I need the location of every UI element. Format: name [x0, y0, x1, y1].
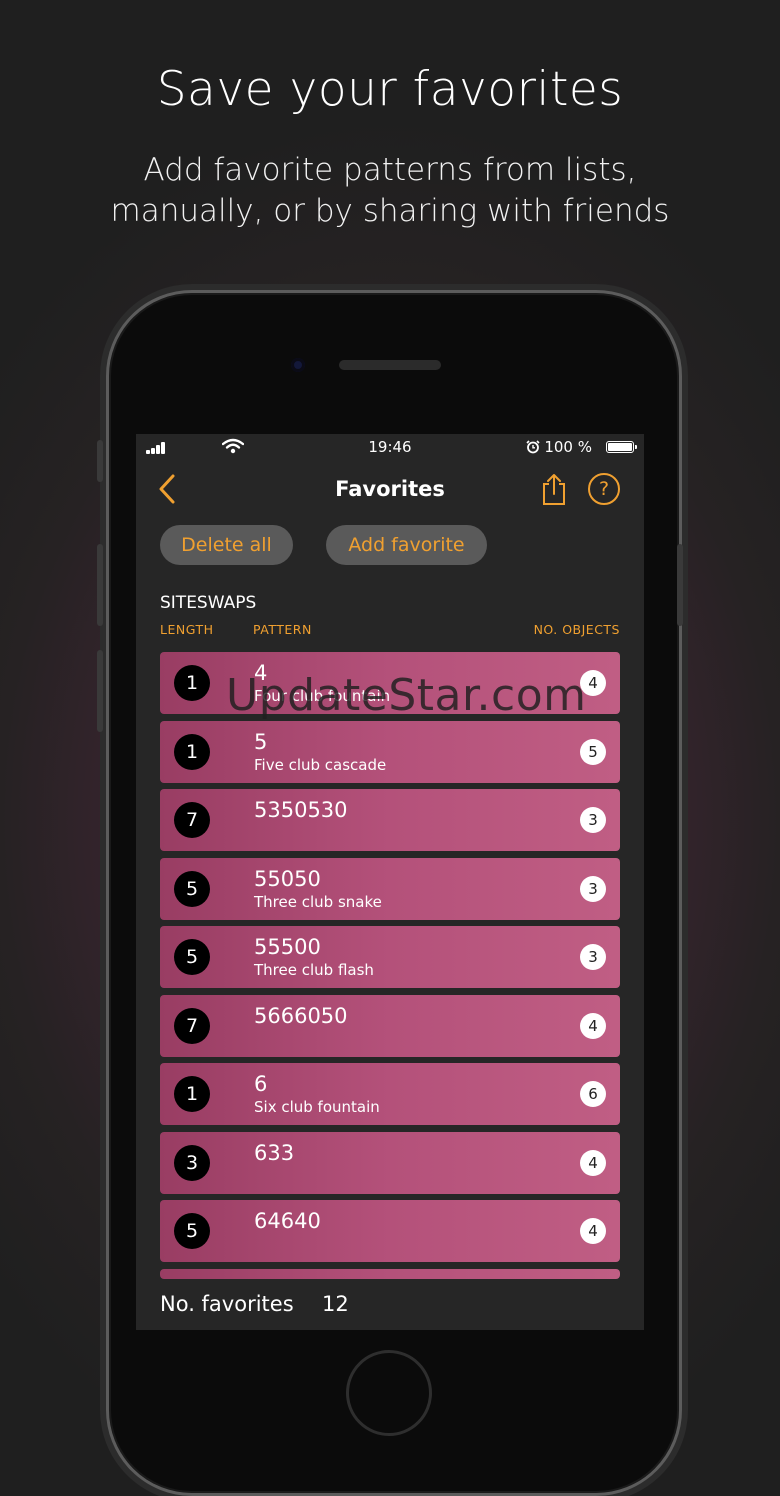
pattern-text: 5666050 [254, 1003, 348, 1028]
pattern-name: Three club flash [254, 961, 374, 979]
list-item[interactable]: 3 633 4 [160, 1131, 620, 1194]
battery-icon [606, 441, 637, 453]
share-icon[interactable] [540, 472, 568, 506]
list-item[interactable]: 5 55050 Three club snake 3 [160, 857, 620, 920]
pattern-text: 5 [254, 729, 268, 754]
column-header-objects: NO. OBJECTS [533, 622, 620, 637]
list-item[interactable]: 7 5350530 3 [160, 789, 620, 851]
objects-badge: 3 [580, 875, 606, 902]
earpiece-speaker [339, 360, 441, 370]
length-badge: 5 [174, 870, 210, 907]
help-button[interactable]: ? [588, 473, 620, 505]
phone-volume-up [97, 544, 103, 626]
length-badge: 3 [174, 1144, 210, 1181]
watermark-text: UpdateStar.com [226, 670, 587, 721]
pattern-name: Five club cascade [254, 755, 387, 774]
pattern-name: Six club fountain [254, 1098, 380, 1116]
favorites-count-value: 12 [322, 1292, 349, 1316]
delete-all-button[interactable]: Delete all [160, 525, 293, 565]
phone-volume-down [97, 650, 103, 732]
column-header-pattern: PATTERN [253, 622, 312, 637]
objects-badge: 6 [580, 1081, 606, 1107]
length-badge: 5 [174, 939, 210, 975]
promo-subline-line-2: manually, or by sharing with friends [110, 193, 670, 229]
objects-badge: 4 [580, 1218, 606, 1244]
phone-power-button [677, 544, 683, 626]
home-button [346, 1350, 432, 1436]
pattern-text: 55050 [254, 866, 321, 891]
objects-badge: 4 [580, 1012, 606, 1039]
pattern-name: Three club snake [254, 892, 382, 911]
alarm-icon [526, 440, 540, 454]
length-badge: 1 [174, 665, 210, 701]
length-badge: 7 [174, 802, 210, 838]
pattern-text: 6 [254, 1072, 268, 1096]
objects-badge: 4 [580, 1149, 606, 1176]
objects-badge: 3 [580, 944, 606, 970]
phone-mute-switch [97, 440, 103, 482]
length-badge: 5 [174, 1213, 210, 1249]
add-favorite-button[interactable]: Add favorite [326, 525, 487, 565]
objects-badge: 3 [580, 807, 606, 833]
length-badge: 1 [174, 733, 210, 770]
length-badge: 1 [174, 1076, 210, 1112]
list-item[interactable]: 7 5666050 4 [160, 994, 620, 1057]
length-badge: 7 [174, 1007, 210, 1044]
pattern-text: 5350530 [254, 798, 348, 822]
pattern-text: 55500 [254, 935, 321, 959]
promo-subline-line-1: Add favorite patterns from lists, [143, 152, 637, 188]
list-item[interactable]: 1 6 Six club fountain 6 [160, 1063, 620, 1125]
objects-badge: 5 [580, 738, 606, 765]
list-item[interactable]: 5 64640 4 [160, 1200, 620, 1262]
section-title: SITESWAPS [160, 593, 257, 613]
front-camera [291, 358, 305, 372]
favorites-count-label: No. favorites [160, 1292, 294, 1316]
battery-percent: 100 % [544, 438, 592, 456]
promo-headline: Save your favorites [156, 62, 624, 117]
status-bar: 19:46 100 % [136, 434, 644, 460]
list-item[interactable]: 5 55500 Three club flash 3 [160, 926, 620, 988]
promo-subline: Add favorite patterns from lists, manual… [0, 150, 780, 232]
navigation-bar: Favorites ? [136, 468, 644, 512]
list-item-partial[interactable] [160, 1268, 620, 1279]
app-screen: 19:46 100 % Favorites ? Delete all Add f… [136, 434, 644, 1330]
pattern-text: 64640 [254, 1209, 321, 1233]
pattern-text: 633 [254, 1140, 295, 1165]
column-header-length: LENGTH [160, 622, 214, 637]
list-item[interactable]: 1 5 Five club cascade 5 [160, 720, 620, 783]
